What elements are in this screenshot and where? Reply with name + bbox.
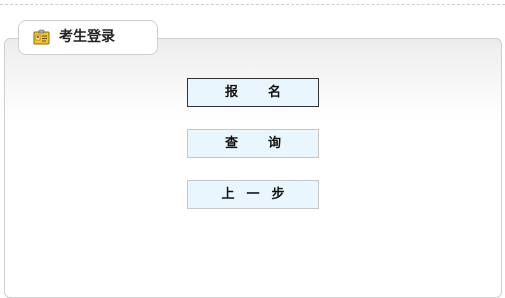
top-dashed-divider xyxy=(0,4,505,5)
panel-title: 考生登录 xyxy=(59,29,115,45)
id-card-icon xyxy=(33,29,50,45)
register-button[interactable]: 报名 xyxy=(187,78,319,107)
query-button[interactable]: 查询 xyxy=(187,129,319,158)
panel-tab: 考生登录 xyxy=(18,20,158,55)
back-button[interactable]: 上一步 xyxy=(187,180,319,209)
login-panel xyxy=(4,38,502,298)
